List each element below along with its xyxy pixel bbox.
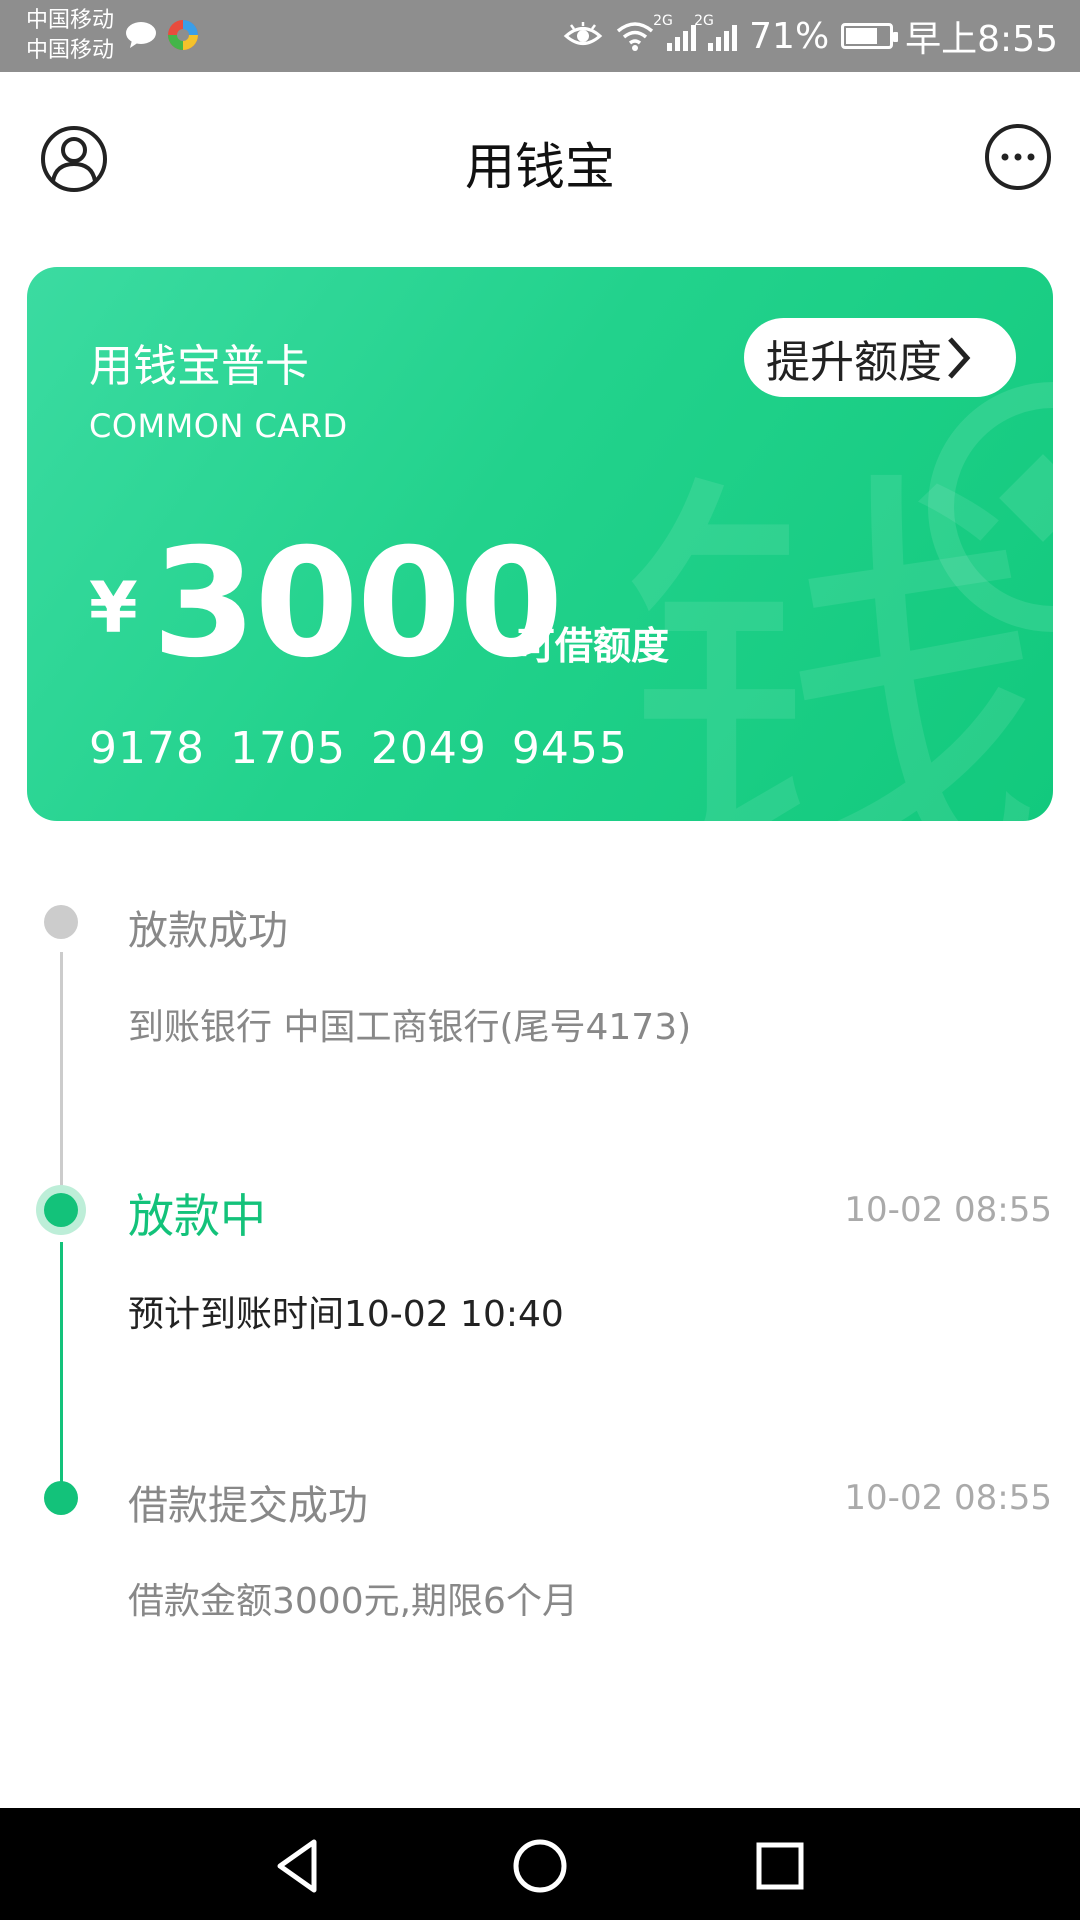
chevron-right-icon (948, 336, 971, 379)
screen: 中国移动 中国移动 2G 2G 71% 早上8:55 用钱宝 钱 用钱宝普卡 C… (0, 0, 1080, 1920)
network-type-1: 2G (653, 13, 673, 29)
status-right: 2G 2G 71% 早上8:55 (563, 0, 1058, 72)
watermark-glyph: 钱 (617, 439, 1047, 821)
recents-button[interactable] (750, 1836, 810, 1896)
home-button[interactable] (510, 1836, 570, 1896)
page-title: 用钱宝 (465, 138, 615, 196)
back-button[interactable] (270, 1836, 330, 1896)
step-1-title: 放款成功 (128, 908, 288, 954)
signal-1-icon: 2G (653, 13, 697, 51)
carrier-labels: 中国移动 中国移动 (26, 6, 114, 66)
network-type-2: 2G (694, 13, 714, 29)
message-icon (126, 22, 156, 48)
timeline-dot-done (44, 1481, 78, 1515)
battery-icon (841, 23, 899, 49)
currency-symbol: ¥ (89, 567, 138, 649)
battery-percent: 71% (749, 15, 830, 57)
recents-square-icon (756, 1842, 804, 1890)
step-3-title: 借款提交成功 (128, 1483, 368, 1529)
raise-limit-label: 提升额度 (766, 336, 942, 388)
step-1-desc: 到账银行 中国工商银行(尾号4173) (128, 1007, 692, 1048)
battery-fill (846, 28, 878, 44)
timeline-dot-pending (44, 905, 78, 939)
card-name: 用钱宝普卡 (89, 341, 309, 392)
wifi-icon (617, 22, 654, 51)
eye-comfort-icon (563, 22, 603, 45)
back-triangle-icon (277, 1839, 317, 1893)
credit-amount-label: 可借额度 (517, 624, 670, 668)
timeline-connector-1 (60, 952, 63, 1212)
signal-2-icon: 2G (694, 13, 738, 51)
card-number: 9178 1705 2049 9455 (89, 723, 628, 774)
step-3-desc: 借款金额3000元,期限6个月 (128, 1581, 578, 1622)
clock: 早上8:55 (905, 19, 1058, 60)
card-subtitle: COMMON CARD (89, 407, 348, 445)
step-2-time: 10-02 08:55 (844, 1190, 1052, 1230)
step-3-time: 10-02 08:55 (844, 1478, 1052, 1518)
notification-icons (124, 18, 200, 52)
step-2-title: 放款中 (128, 1189, 266, 1243)
more-options-icon (985, 124, 1051, 190)
system-nav-bar (0, 1808, 1080, 1920)
carrier-2: 中国移动 (26, 38, 115, 63)
app-header: 用钱宝 (0, 72, 1080, 242)
credit-card[interactable]: 钱 用钱宝普卡 COMMON CARD 提升额度 ¥ 3000 可借额度 917… (27, 267, 1053, 821)
credit-amount: 3000 (152, 517, 563, 691)
timeline-connector-2 (60, 1242, 63, 1498)
raise-limit-button[interactable]: 提升额度 (744, 318, 1016, 397)
more-options-button[interactable] (984, 123, 1052, 191)
timeline-dot-current-inner (44, 1193, 78, 1227)
status-bar: 中国移动 中国移动 2G 2G 71% 早上8:55 (0, 0, 1080, 72)
home-circle-icon (513, 1839, 567, 1893)
carrier-1: 中国移动 (26, 8, 115, 33)
app-logo-icon (168, 20, 198, 50)
step-2-desc: 预计到账时间10-02 10:40 (128, 1294, 564, 1335)
